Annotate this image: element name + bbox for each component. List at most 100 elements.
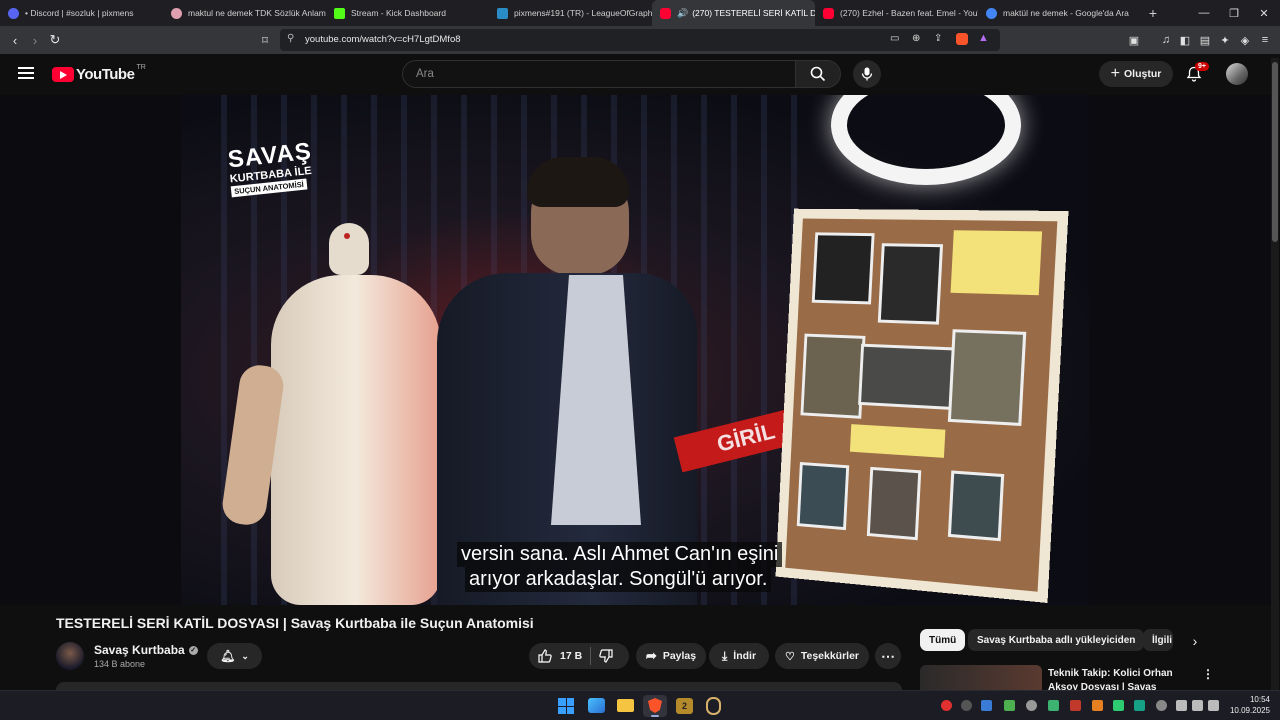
sidebar-icon[interactable]: ▣ bbox=[1126, 32, 1142, 48]
tray-icon-green-2[interactable] bbox=[1048, 700, 1059, 711]
search-icon bbox=[810, 66, 826, 82]
voice-search-button[interactable] bbox=[853, 60, 881, 88]
volume-icon[interactable] bbox=[1192, 700, 1203, 711]
more-actions-button[interactable]: ⋯ bbox=[875, 643, 901, 669]
tray-icon-circle[interactable] bbox=[961, 700, 972, 711]
bookmark-icon[interactable]: ⌑ bbox=[256, 31, 274, 49]
share-page-icon[interactable]: ⇪ bbox=[934, 33, 942, 44]
browser-tab-ezhel[interactable]: (270) Ezhel - Bazen feat. Emel - YouT bbox=[815, 0, 978, 26]
address-bar[interactable]: ⚲ youtube.com/watch?v=cH7LgtDMfo8 ▭ ⊕ ⇪ … bbox=[280, 29, 1000, 51]
browser-tab-youtube-active[interactable]: 🔊 (270) TESTERELİ SERİ KATİL D ✕ bbox=[652, 0, 815, 26]
microphone-tray-icon[interactable] bbox=[1156, 700, 1167, 711]
share-icon: ➦ bbox=[646, 648, 657, 664]
caption-line-2: arıyor arkadaşlar. Songül'ü arıyor. bbox=[465, 567, 771, 592]
like-count: 17 B bbox=[560, 650, 582, 662]
windows-taskbar: 2 10:54 10.09.2025 bbox=[0, 690, 1280, 720]
tray-icon-teal[interactable] bbox=[1134, 700, 1145, 711]
network-icon[interactable] bbox=[1176, 700, 1187, 711]
bell-icon: 🔔︎ bbox=[220, 649, 235, 663]
youtube-logo[interactable]: YouTube TR bbox=[52, 66, 146, 83]
vpn-icon[interactable]: ◈ bbox=[1237, 32, 1253, 48]
menu-icon[interactable]: ≡ bbox=[1257, 32, 1273, 48]
back-icon[interactable]: ‹ bbox=[6, 31, 24, 49]
media-icon[interactable]: ♫ bbox=[1158, 32, 1174, 48]
tray-icon-gray[interactable] bbox=[1026, 700, 1037, 711]
download-icon: ⤓ bbox=[722, 649, 727, 664]
search-button[interactable] bbox=[795, 60, 841, 88]
file-explorer-icon[interactable] bbox=[617, 699, 634, 712]
brave-shields-icon[interactable] bbox=[956, 33, 968, 45]
zoom-icon[interactable]: ⊕ bbox=[912, 33, 920, 44]
wallet-icon[interactable]: ▤ bbox=[1197, 32, 1213, 48]
tape-text: GİRİL bbox=[714, 418, 777, 457]
like-button[interactable]: 17 B bbox=[538, 649, 582, 663]
widgets-icon[interactable] bbox=[588, 698, 605, 713]
tray-icon-shield[interactable] bbox=[1070, 700, 1081, 711]
chip-related[interactable]: İlgili bbox=[1143, 629, 1173, 651]
thumbs-down-icon[interactable] bbox=[599, 649, 613, 663]
restore-icon[interactable]: ❐ bbox=[1218, 0, 1250, 26]
download-button[interactable]: ⤓ İndir bbox=[709, 643, 769, 669]
url-text: youtube.com/watch?v=cH7LgtDMfo8 bbox=[305, 34, 461, 45]
subscribe-notify-button[interactable]: 🔔︎ ⌄ bbox=[207, 643, 262, 669]
browser-tab-google[interactable]: maktül ne demek - Google'da Ara bbox=[978, 0, 1141, 26]
channel-name-row[interactable]: Savaş Kurtbaba ✓ bbox=[94, 643, 198, 657]
tray-icon-orange[interactable] bbox=[1092, 700, 1103, 711]
tab-label: Stream - Kick Dashboard bbox=[351, 8, 446, 18]
brave-icon bbox=[648, 698, 662, 713]
scrollbar-thumb[interactable] bbox=[1272, 62, 1278, 242]
browser-tab-leagueofgraphs[interactable]: pixmens#191 (TR) - LeagueOfGraphs bbox=[489, 0, 652, 26]
video-title: TESTERELİ SERİ KATİL DOSYASI | Savaş Kur… bbox=[56, 615, 534, 631]
close-window-icon[interactable]: ✕ bbox=[1248, 0, 1280, 26]
recommended-thumbnail[interactable] bbox=[920, 665, 1042, 690]
brave-rewards-icon[interactable]: ▲ bbox=[978, 32, 989, 44]
sidebar-toggle-icon[interactable]: ◧ bbox=[1177, 32, 1193, 48]
search-input[interactable]: Ara bbox=[402, 60, 796, 88]
site-info-icon[interactable]: ⚲ bbox=[287, 33, 294, 44]
video-frame: SAVAŞ KURTBABA İLE SUÇUN ANATOMİSİ GİRİL bbox=[181, 95, 1089, 605]
app-icon-gold[interactable] bbox=[706, 697, 721, 715]
avatar[interactable] bbox=[1226, 63, 1248, 85]
verified-icon: ✓ bbox=[189, 646, 198, 655]
browser-tab-kick[interactable]: Stream - Kick Dashboard bbox=[326, 0, 489, 26]
chip-all[interactable]: Tümü bbox=[920, 629, 965, 651]
tray-icon-red[interactable] bbox=[941, 700, 952, 711]
thanks-icon: ♡ bbox=[785, 650, 795, 663]
chevron-down-icon: ⌄ bbox=[241, 651, 249, 662]
recommended-title[interactable]: Teknik Takip: Kolici Orhan Aksoy Dosyası… bbox=[1048, 667, 1188, 690]
channel-avatar[interactable] bbox=[56, 642, 84, 670]
minimize-icon[interactable]: — bbox=[1188, 0, 1220, 26]
tab-label: pixmens#191 (TR) - LeagueOfGraphs bbox=[514, 8, 652, 18]
browser-tab-tdk[interactable]: maktul ne demek TDK Sözlük Anlamı bbox=[163, 0, 326, 26]
chevron-right-icon[interactable]: › bbox=[1184, 630, 1206, 652]
battery-icon[interactable] bbox=[1208, 700, 1219, 711]
thanks-button[interactable]: ♡ Teşekkürler bbox=[775, 643, 869, 669]
scrollbar[interactable] bbox=[1271, 58, 1279, 690]
brave-taskbar-button[interactable] bbox=[643, 695, 667, 717]
tray-icon-nvidia[interactable] bbox=[1113, 700, 1124, 711]
create-button[interactable]: + Oluştur bbox=[1099, 61, 1173, 87]
youtube-icon bbox=[660, 8, 671, 19]
youtube-header: YouTube TR Ara + Oluştur 9+ bbox=[0, 54, 1280, 94]
leo-ai-icon[interactable]: ✦ bbox=[1217, 32, 1233, 48]
browser-tab-discord[interactable]: • Discord | #sozluk | pixmens bbox=[0, 0, 163, 26]
youtube-wordmark: YouTube bbox=[76, 66, 134, 83]
tray-icon-green[interactable] bbox=[1004, 700, 1015, 711]
new-tab-button[interactable]: + bbox=[1141, 0, 1165, 26]
description-box[interactable] bbox=[56, 682, 902, 690]
video-player[interactable]: SAVAŞ KURTBABA İLE SUÇUN ANATOMİSİ GİRİL bbox=[0, 95, 1280, 605]
notifications-button[interactable]: 9+ bbox=[1186, 66, 1202, 82]
windows-start-icon[interactable] bbox=[558, 698, 574, 714]
recommended-menu-icon[interactable]: ⋮ bbox=[1202, 667, 1214, 681]
chip-from-uploader[interactable]: Savaş Kurtbaba adlı yükleyiciden bbox=[968, 629, 1144, 651]
reload-icon[interactable]: ↻ bbox=[46, 31, 64, 49]
app-icon-yellow[interactable]: 2 bbox=[676, 698, 693, 714]
steam-icon[interactable] bbox=[981, 700, 992, 711]
share-button[interactable]: ➦ Paylaş bbox=[636, 643, 706, 669]
system-clock[interactable]: 10:54 10.09.2025 bbox=[1226, 694, 1270, 716]
share-label: Paylaş bbox=[663, 650, 696, 662]
cast-icon[interactable]: ▭ bbox=[890, 33, 899, 44]
tdk-icon bbox=[171, 8, 182, 19]
hamburger-menu-icon[interactable] bbox=[18, 67, 34, 79]
forward-icon[interactable]: › bbox=[26, 31, 44, 49]
